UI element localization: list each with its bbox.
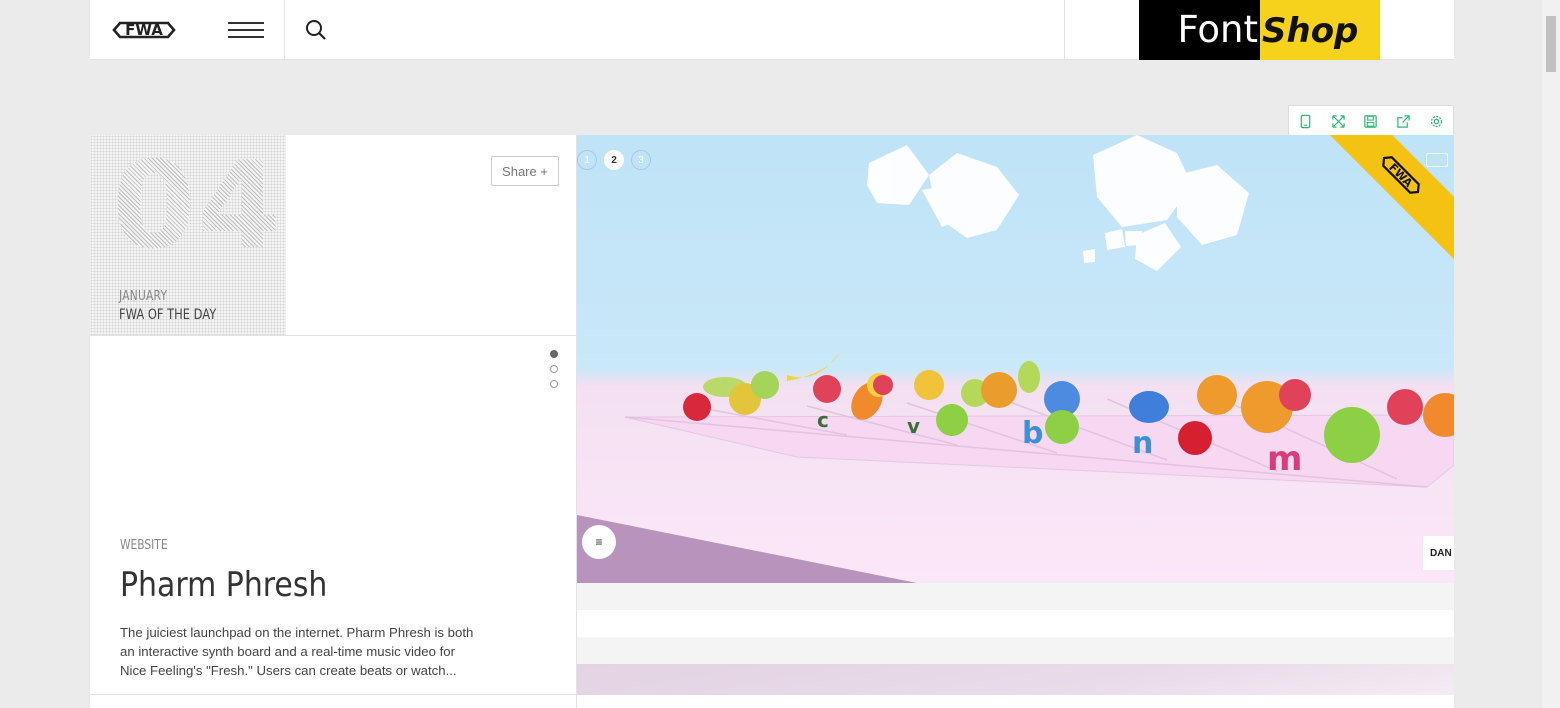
award-day: 04 <box>112 137 283 276</box>
fontshop-ad[interactable]: Font Shop <box>1139 0 1380 60</box>
loading-strip <box>577 695 1454 708</box>
fwa-logo[interactable]: FWA <box>110 17 178 43</box>
loading-strip <box>577 583 1454 610</box>
save-icon[interactable] <box>1355 106 1388 136</box>
award-month: JANUARY <box>119 289 168 304</box>
loading-strip <box>577 664 1454 695</box>
preview-page-2[interactable]: 2 <box>604 150 624 170</box>
preview-pager: 1 2 3 <box>577 150 651 170</box>
project-description: The juiciest launchpad on the internet. … <box>120 625 474 678</box>
page-scrollbar[interactable] <box>1542 0 1560 708</box>
preview-page-3[interactable]: 3 <box>631 150 651 170</box>
fontshop-ad-part1: Font <box>1139 0 1260 60</box>
svg-text:n: n <box>1132 426 1153 461</box>
award-label: FWA OF THE DAY <box>119 307 217 323</box>
panel-dot-2[interactable] <box>550 365 558 373</box>
preview-scene: b n m c v <box>577 135 1454 583</box>
svg-text:m: m <box>1267 439 1302 479</box>
award-date-box: 04 JANUARY FWA OF THE DAY <box>90 135 286 335</box>
scrollbar-thumb[interactable] <box>1546 16 1556 72</box>
panel-dot-1[interactable] <box>550 350 558 358</box>
external-link-icon[interactable] <box>1387 106 1420 136</box>
share-button[interactable]: Share + <box>491 156 559 186</box>
top-header: FWA Font Shop <box>90 0 1454 60</box>
settings-icon[interactable] <box>1420 106 1453 136</box>
ribbon-logo-text: FWA <box>1386 161 1415 190</box>
divider <box>90 335 576 336</box>
panel-dot-3[interactable] <box>550 380 558 388</box>
preview-page-1[interactable]: 1 <box>577 150 597 170</box>
preview-corner-button[interactable]: DAN <box>1423 536 1454 570</box>
keyboard-icon[interactable] <box>1426 153 1448 167</box>
panel-pagination <box>550 350 559 395</box>
loading-strip <box>577 610 1454 637</box>
loading-strip <box>577 637 1454 664</box>
project-type: WEBSITE <box>120 538 168 553</box>
svg-text:v: v <box>907 414 920 438</box>
project-preview[interactable]: b n m c v 1 2 3 FWA ≡ DAN <box>577 135 1454 583</box>
fullscreen-icon[interactable] <box>1322 106 1355 136</box>
fontshop-ad-part2: Shop <box>1260 0 1380 60</box>
logo-text: FWA <box>125 21 163 39</box>
project-title[interactable]: Pharm Phresh <box>120 565 327 605</box>
svg-text:c: c <box>817 408 829 432</box>
svg-text:b: b <box>1022 416 1043 451</box>
mobile-icon[interactable] <box>1289 106 1322 136</box>
search-icon[interactable] <box>304 18 328 42</box>
header-divider <box>1064 0 1065 60</box>
project-info-panel: 04 JANUARY FWA OF THE DAY Share + WEBSIT… <box>90 135 577 708</box>
header-divider <box>284 0 285 60</box>
divider <box>90 694 576 695</box>
preview-toolbar <box>1288 105 1454 135</box>
hamburger-menu-icon[interactable] <box>228 20 264 40</box>
preview-menu-button[interactable]: ≡ <box>582 525 616 559</box>
